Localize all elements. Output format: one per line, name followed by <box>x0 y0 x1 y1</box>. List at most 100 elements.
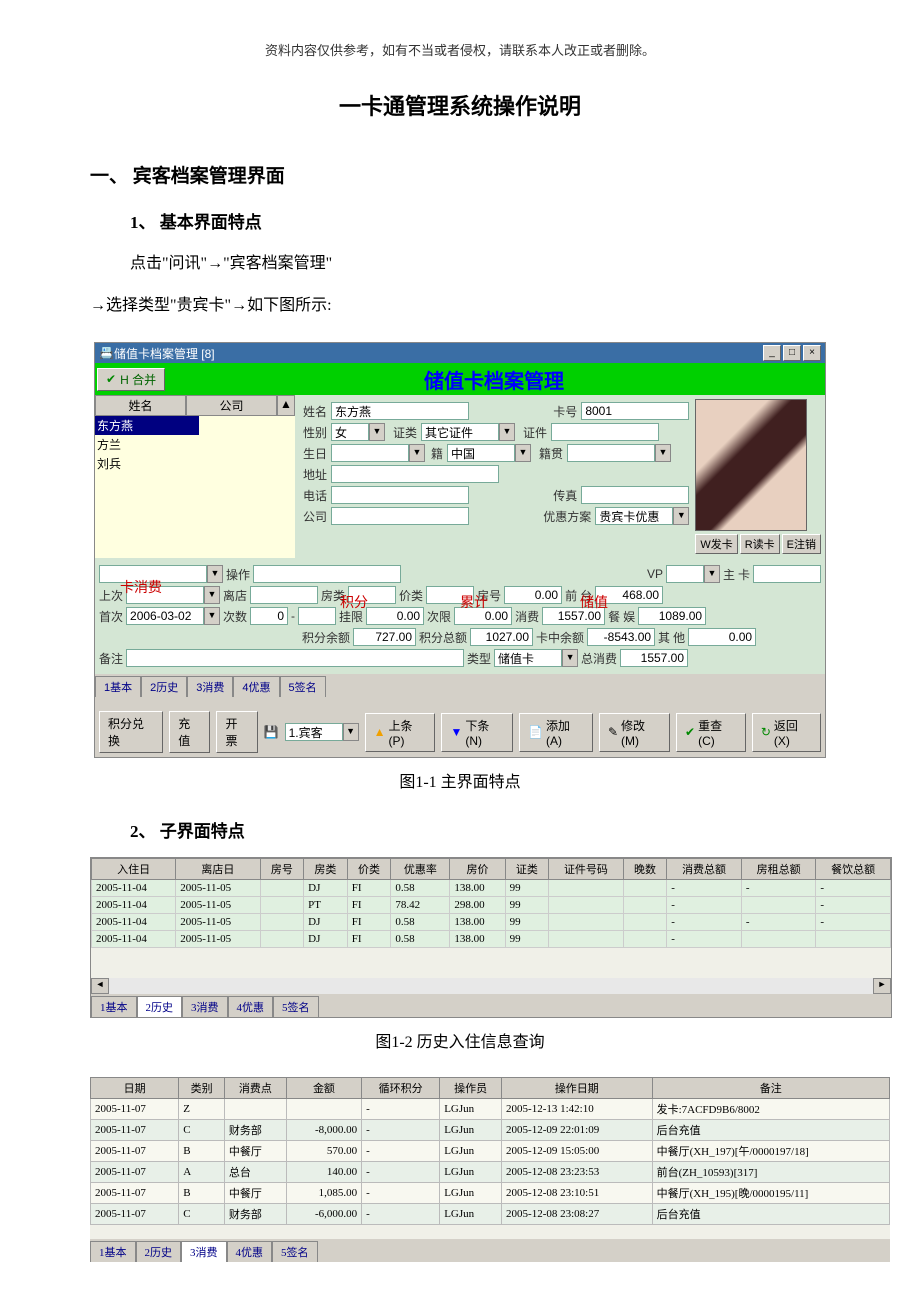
table-row[interactable]: 2005-11-07Z-LGJun2005-12-13 1:42:10发卡:7A… <box>91 1099 890 1120</box>
list-header-company[interactable]: 公司 <box>186 395 277 416</box>
maincard-input[interactable] <box>753 565 821 583</box>
guest-combo[interactable] <box>285 723 343 741</box>
col-header[interactable]: 证件号码 <box>549 859 624 880</box>
tab-history[interactable]: 2历史 <box>136 1241 182 1262</box>
nat-select[interactable] <box>447 444 515 462</box>
col-header[interactable]: 房租总额 <box>741 859 816 880</box>
cancel-card-button[interactable]: E注销 <box>782 534 821 554</box>
natplace-input[interactable] <box>567 444 655 462</box>
tab-discount[interactable]: 4优惠 <box>227 1241 273 1262</box>
chevron-down-icon[interactable]: ▼ <box>204 607 220 625</box>
limit-input[interactable] <box>366 607 424 625</box>
tab-consume[interactable]: 3消费 <box>181 1241 227 1262</box>
addr-input[interactable] <box>331 465 499 483</box>
company-input[interactable] <box>331 507 469 525</box>
op-input[interactable] <box>253 565 401 583</box>
tab-sign[interactable]: 5签名 <box>272 1241 318 1262</box>
table-row[interactable]: 2005-11-07B中餐厅570.00-LGJun2005-12-09 15:… <box>91 1141 890 1162</box>
col-header[interactable]: 价类 <box>347 859 391 880</box>
table-row[interactable]: 2005-11-042005-11-05PTFI78.42298.0099-- <box>92 897 891 914</box>
col-header[interactable]: 离店日 <box>176 859 260 880</box>
tab-basic[interactable]: 1基本 <box>95 676 141 697</box>
table-row[interactable]: 2005-11-042005-11-05DJFI0.58138.0099--- <box>92 914 891 931</box>
tab-consume[interactable]: 3消费 <box>182 996 228 1017</box>
merge-button[interactable]: ✔H 合并 <box>97 368 165 391</box>
list-row[interactable]: 刘兵 <box>95 454 295 473</box>
type-select[interactable] <box>494 649 562 667</box>
plan-select[interactable] <box>595 507 673 525</box>
add-button[interactable]: 📄添加(A) <box>519 713 593 752</box>
maximize-button[interactable]: □ <box>783 345 801 361</box>
table-row[interactable]: 2005-11-07C财务部-6,000.00-LGJun2005-12-08 … <box>91 1204 890 1225</box>
redeem-button[interactable]: 积分兑换 <box>99 711 163 753</box>
chevron-down-icon[interactable]: ▼ <box>673 507 689 525</box>
back-button[interactable]: ↻返回(X) <box>752 713 821 752</box>
col-header[interactable]: 优惠率 <box>391 859 450 880</box>
col-header[interactable]: 类别 <box>179 1078 225 1099</box>
minimize-button[interactable]: _ <box>763 345 781 361</box>
col-header[interactable]: 循环积分 <box>362 1078 440 1099</box>
list-row[interactable]: 东方燕 <box>95 416 295 435</box>
tel-input[interactable] <box>331 486 469 504</box>
col-header[interactable]: 房类 <box>304 859 348 880</box>
issue-card-button[interactable]: W发卡 <box>695 534 737 554</box>
recharge-button[interactable]: 充值 <box>169 711 210 753</box>
scroll-up-icon[interactable]: ▲ <box>277 395 295 416</box>
table-row[interactable]: 2005-11-07A总台140.00-LGJun2005-12-08 23:2… <box>91 1162 890 1183</box>
col-header[interactable]: 备注 <box>652 1078 889 1099</box>
h-scrollbar[interactable]: ◄► <box>91 978 891 994</box>
leave-input[interactable] <box>250 586 318 604</box>
read-card-button[interactable]: R读卡 <box>740 534 780 554</box>
tab-sign[interactable]: 5签名 <box>273 996 319 1017</box>
next-button[interactable]: ▼下条(N) <box>441 713 513 752</box>
times-input[interactable] <box>250 607 288 625</box>
id-input[interactable] <box>551 423 659 441</box>
col-header[interactable]: 操作员 <box>440 1078 502 1099</box>
table-row[interactable]: 2005-11-042005-11-05DJFI0.58138.0099- <box>92 931 891 948</box>
tab-basic[interactable]: 1基本 <box>91 996 137 1017</box>
invoice-button[interactable]: 开票 <box>216 711 257 753</box>
col-header[interactable]: 房价 <box>450 859 505 880</box>
chevron-down-icon[interactable]: ▼ <box>207 565 223 583</box>
close-button[interactable]: × <box>803 345 821 361</box>
col-header[interactable]: 房号 <box>260 859 304 880</box>
room-input[interactable] <box>504 586 562 604</box>
list-header-name[interactable]: 姓名 <box>95 395 186 416</box>
sex-select[interactable] <box>331 423 369 441</box>
reset-button[interactable]: ✔重查(C) <box>676 713 746 752</box>
chevron-down-icon[interactable]: ▼ <box>369 423 385 441</box>
tab-discount[interactable]: 4优惠 <box>228 996 274 1017</box>
tab-discount[interactable]: 4优惠 <box>233 676 279 697</box>
list-row[interactable]: 方兰 <box>95 435 295 454</box>
col-header[interactable]: 日期 <box>91 1078 179 1099</box>
chevron-down-icon[interactable]: ▼ <box>409 444 425 462</box>
prev-button[interactable]: ▲上条(P) <box>365 713 436 752</box>
fax-input[interactable] <box>581 486 689 504</box>
col-header[interactable]: 晚数 <box>623 859 667 880</box>
table-row[interactable]: 2005-11-07B中餐厅1,085.00-LGJun2005-12-08 2… <box>91 1183 890 1204</box>
remark-input[interactable] <box>126 649 464 667</box>
tab-basic[interactable]: 1基本 <box>90 1241 136 1262</box>
birth-input[interactable] <box>331 444 409 462</box>
col-header[interactable]: 证类 <box>505 859 549 880</box>
tab-consume[interactable]: 3消费 <box>187 676 233 697</box>
col-header[interactable]: 消费总额 <box>667 859 742 880</box>
tab-history[interactable]: 2历史 <box>137 996 183 1017</box>
col-header[interactable]: 餐饮总额 <box>816 859 891 880</box>
first-input[interactable] <box>126 607 204 625</box>
chevron-down-icon[interactable]: ▼ <box>204 586 220 604</box>
chevron-down-icon[interactable]: ▼ <box>704 565 720 583</box>
name-input[interactable] <box>331 402 469 420</box>
chevron-down-icon[interactable]: ▼ <box>499 423 515 441</box>
chevron-down-icon[interactable]: ▼ <box>343 723 359 741</box>
tab-sign[interactable]: 5签名 <box>280 676 326 697</box>
vp-select[interactable] <box>666 565 704 583</box>
card-input[interactable] <box>581 402 689 420</box>
tab-history[interactable]: 2历史 <box>141 676 187 697</box>
idtype-select[interactable] <box>421 423 499 441</box>
chevron-down-icon[interactable]: ▼ <box>562 649 578 667</box>
chevron-down-icon[interactable]: ▼ <box>655 444 671 462</box>
col-header[interactable]: 消费点 <box>224 1078 286 1099</box>
times2-input[interactable] <box>298 607 336 625</box>
col-header[interactable]: 入住日 <box>92 859 176 880</box>
